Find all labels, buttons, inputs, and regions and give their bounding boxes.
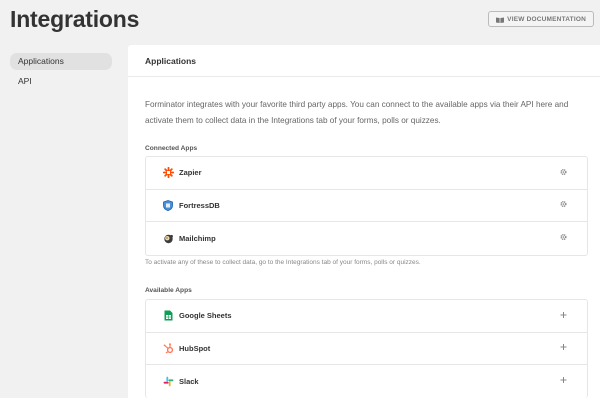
app-name: Mailchimp — [179, 233, 216, 243]
gear-icon[interactable] — [558, 168, 568, 177]
app-name: Google Sheets — [179, 311, 232, 321]
panel-title: Applications — [128, 45, 600, 77]
plus-icon[interactable] — [558, 344, 568, 353]
intro-text: Forminator integrates with your favorite… — [145, 100, 569, 125]
page-title: Integrations — [10, 6, 140, 32]
applications-panel: Applications Forminator integrates with … — [128, 45, 600, 398]
connected-apps-note: To activate any of these to collect data… — [145, 259, 421, 266]
sidebar: Applications API — [10, 53, 112, 93]
google-sheets-icon — [162, 310, 174, 322]
plus-icon[interactable] — [558, 377, 568, 386]
sidebar-item-api[interactable]: API — [10, 73, 112, 90]
app-name: Zapier — [179, 168, 202, 178]
view-documentation-label: VIEW DOCUMENTATION — [507, 15, 586, 23]
connected-apps-list: Zapier FortressDB Mailchimp — [145, 156, 588, 256]
app-name: Slack — [179, 376, 199, 386]
gear-icon[interactable] — [558, 201, 568, 210]
sidebar-item-applications[interactable]: Applications — [10, 53, 112, 70]
app-name: FortressDB — [179, 200, 220, 210]
app-row-mailchimp[interactable]: Mailchimp — [146, 222, 587, 255]
app-row-slack[interactable]: Slack — [146, 365, 587, 398]
zapier-icon — [162, 167, 174, 179]
available-apps-list: Google Sheets HubSpot Slack — [145, 299, 588, 398]
plus-icon[interactable] — [558, 311, 568, 320]
connected-apps-label: Connected Apps — [145, 145, 198, 152]
app-row-hubspot[interactable]: HubSpot — [146, 333, 587, 365]
view-documentation-button[interactable]: VIEW DOCUMENTATION — [488, 11, 594, 27]
app-row-google-sheets[interactable]: Google Sheets — [146, 300, 587, 333]
app-name: HubSpot — [179, 343, 211, 353]
slack-icon — [162, 375, 174, 387]
hubspot-icon — [162, 342, 174, 354]
available-apps-label: Available Apps — [145, 287, 192, 294]
gear-icon[interactable] — [558, 234, 568, 243]
app-row-fortressdb[interactable]: FortressDB — [146, 190, 587, 222]
app-row-zapier[interactable]: Zapier — [146, 157, 587, 190]
mailchimp-icon — [162, 232, 174, 244]
book-icon — [496, 17, 505, 23]
fortressdb-icon — [162, 199, 174, 211]
